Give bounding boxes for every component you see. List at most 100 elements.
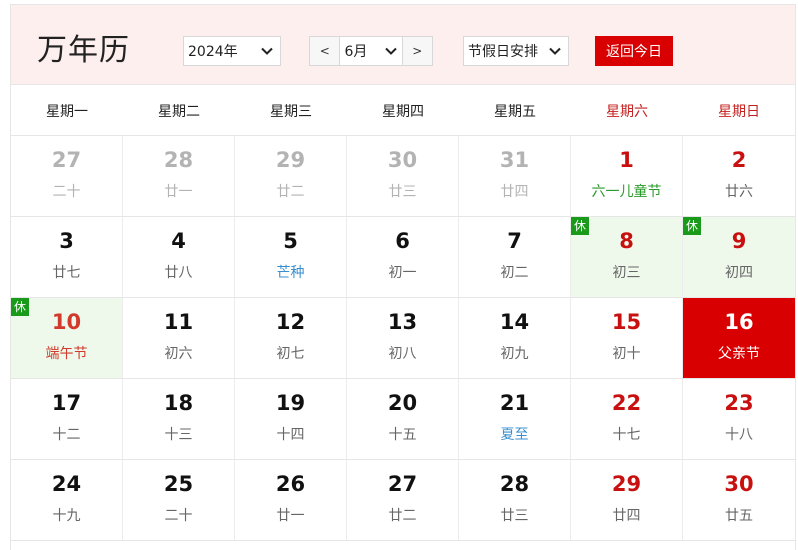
calendar-day-cell[interactable]: 17 十二 [11,379,123,459]
lunar-date: 廿二 [276,184,305,200]
page-title: 万年历 [37,33,130,68]
day-number: 11 [163,310,194,334]
calendar-day-cell[interactable]: 30 廿五 [683,460,795,540]
day-number: 24 [51,472,82,496]
festival-label: 端午节 [45,346,88,362]
lunar-date: 十三 [164,427,193,443]
weekday-label: 星期二 [158,103,200,120]
day-number: 25 [163,472,194,496]
calendar-day-cell[interactable]: 5 芒种 [235,217,347,297]
day-number: 2 [731,148,747,172]
calendar-day-cell[interactable]: 休 8 初三 [571,217,683,297]
lunar-date: 初四 [725,265,753,281]
calendar-day-cell[interactable]: 4 廿八 [123,217,235,297]
chevron-down-icon [548,44,562,58]
day-number: 26 [275,472,306,496]
calendar-day-cell-today[interactable]: 16 父亲节 [683,298,795,378]
day-number: 27 [51,148,82,172]
calendar-day-cell[interactable]: 13 初八 [347,298,459,378]
calendar-day-cell[interactable]: 28 廿一 [123,136,235,216]
day-number: 17 [51,391,82,415]
lunar-date: 十四 [276,427,305,443]
calendar-day-cell[interactable]: 23 十八 [683,379,795,459]
calendar-day-cell[interactable]: 27 廿二 [347,460,459,540]
weekday-label: 星期三 [270,103,312,120]
year-select[interactable]: 2024年 [183,36,281,66]
lunar-date: 廿三 [388,184,417,200]
calendar-day-cell[interactable]: 29 廿二 [235,136,347,216]
calendar-day-cell[interactable]: 15 初十 [571,298,683,378]
calendar-widget: 万年历 2024年 < 6月 > 节假日安排 返回今日 星期一 星期二 星期三 … [10,4,796,550]
day-number: 29 [611,472,642,496]
next-month-button[interactable]: > [402,37,432,65]
month-select[interactable]: 6月 [339,37,403,65]
lunar-date: 廿六 [725,184,753,200]
calendar-day-cell[interactable]: 14 初九 [459,298,571,378]
lunar-date: 廿四 [500,184,529,200]
day-number: 9 [731,229,747,253]
day-number: 20 [387,391,418,415]
day-number: 13 [387,310,418,334]
calendar-day-cell[interactable]: 2 廿六 [683,136,795,216]
day-number: 30 [387,148,418,172]
calendar-day-cell[interactable]: 休 9 初四 [683,217,795,297]
day-number: 6 [395,229,410,253]
solar-term-label: 夏至 [500,427,529,443]
calendar-day-cell[interactable]: 3 廿七 [11,217,123,297]
calendar-day-cell[interactable]: 31 廿四 [459,136,571,216]
day-number: 22 [611,391,642,415]
day-number: 12 [275,310,306,334]
lunar-date: 初十 [612,346,641,362]
calendar-day-cell[interactable]: 休 10 端午节 [11,298,123,378]
day-number: 1 [619,148,634,172]
calendar-week-row: 24 十九 25 二十 26 廿一 27 廿二 28 廿三 29 廿四 30 廿… [11,460,795,541]
weekday-label: 星期四 [382,103,424,120]
lunar-date: 廿二 [388,508,417,524]
calendar-day-cell[interactable]: 24 十九 [11,460,123,540]
festival-label: 父亲节 [718,346,760,362]
calendar-day-cell[interactable]: 29 廿四 [571,460,683,540]
calendar-day-cell[interactable]: 12 初七 [235,298,347,378]
prev-month-button[interactable]: < [310,37,340,65]
day-number: 7 [507,229,522,253]
calendar-day-cell[interactable]: 11 初六 [123,298,235,378]
day-number: 8 [619,229,634,253]
year-select-value: 2024年 [188,44,238,60]
calendar-day-cell[interactable]: 27 二十 [11,136,123,216]
calendar-day-cell[interactable]: 21 夏至 [459,379,571,459]
lunar-date: 初九 [500,346,529,362]
lunar-date: 十二 [52,427,81,443]
calendar-day-cell[interactable]: 30 廿三 [347,136,459,216]
calendar-day-cell[interactable]: 25 二十 [123,460,235,540]
calendar-day-cell[interactable]: 18 十三 [123,379,235,459]
weekday-label: 星期五 [494,103,536,120]
lunar-date: 廿一 [164,184,193,200]
day-number: 18 [163,391,194,415]
lunar-date: 十九 [52,508,81,524]
return-today-button[interactable]: 返回今日 [595,36,673,66]
lunar-date: 二十 [52,184,81,200]
calendar-day-cell[interactable]: 20 十五 [347,379,459,459]
lunar-date: 十五 [388,427,417,443]
weekday-label: 星期日 [718,103,760,120]
holiday-select[interactable]: 节假日安排 [463,36,569,66]
calendar-day-cell[interactable]: 22 十七 [571,379,683,459]
calendar-day-cell[interactable]: 19 十四 [235,379,347,459]
day-number: 31 [499,148,530,172]
calendar-day-cell[interactable]: 1 六一儿童节 [571,136,683,216]
day-number: 21 [499,391,530,415]
calendar-week-row: 27 二十 28 廿一 29 廿二 30 廿三 31 廿四 1 六一儿童节 2 … [11,136,795,217]
calendar-day-cell[interactable]: 26 廿一 [235,460,347,540]
day-number: 19 [275,391,306,415]
calendar-day-cell[interactable]: 28 廿三 [459,460,571,540]
weekday-header: 星期一 星期二 星期三 星期四 星期五 星期六 星期日 [11,86,795,136]
weekday-label: 星期六 [606,103,648,120]
calendar-day-cell[interactable]: 7 初二 [459,217,571,297]
lunar-date: 二十 [164,508,193,524]
day-number: 4 [171,229,186,253]
lunar-date: 初一 [388,265,417,281]
lunar-date: 廿四 [612,508,641,524]
lunar-date: 初七 [276,346,305,362]
calendar-grid: 27 二十 28 廿一 29 廿二 30 廿三 31 廿四 1 六一儿童节 2 … [11,136,795,541]
calendar-day-cell[interactable]: 6 初一 [347,217,459,297]
